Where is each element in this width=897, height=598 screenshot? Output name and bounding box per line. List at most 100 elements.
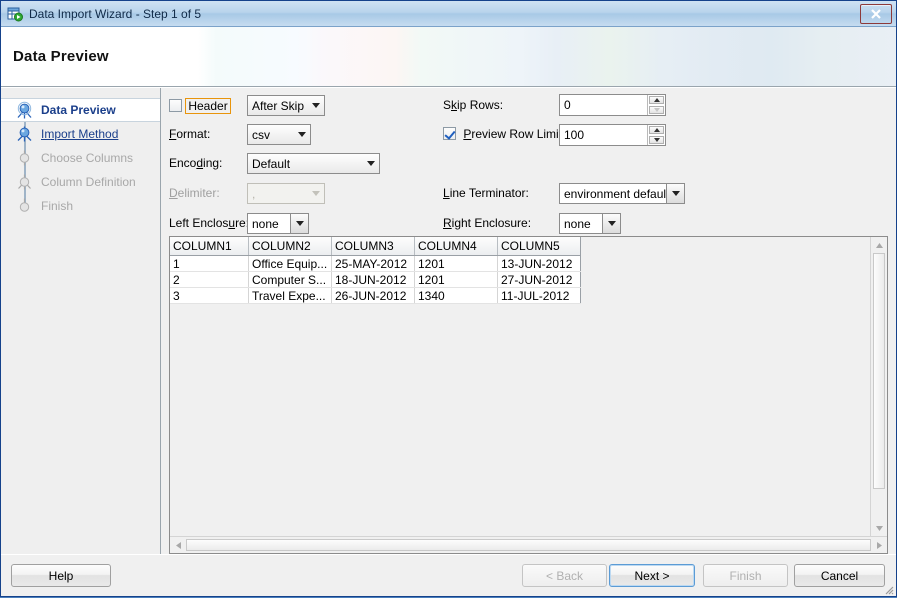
skip-rows-increment-button[interactable] [649, 96, 664, 104]
window-title: Data Import Wizard - Step 1 of 5 [29, 7, 201, 21]
page-header: Data Preview [1, 27, 896, 87]
step-node-disabled-icon [15, 173, 34, 192]
scroll-left-icon[interactable] [170, 537, 186, 553]
sidebar-item-column-definition: Column Definition [1, 170, 160, 194]
encoding-value: Default [252, 157, 363, 171]
data-import-wizard-window: Data Import Wizard - Step 1 of 5 Data Pr… [0, 0, 897, 597]
format-combobox[interactable]: csv [247, 124, 311, 145]
table-cell: 1201 [415, 256, 498, 272]
preview-grid-container: COLUMN1 COLUMN2 COLUMN3 COLUMN4 COLUMN5 … [170, 237, 870, 536]
header-checkbox[interactable] [169, 99, 182, 112]
table-cell: Computer S... [249, 272, 332, 288]
skip-rows-label: Skip Rows: [443, 98, 503, 112]
scroll-up-icon[interactable] [871, 237, 887, 253]
wizard-steps-list: Data Preview Import Method [1, 98, 160, 218]
skip-rows-decrement-button [649, 106, 664, 114]
preview-row-limit-group: Preview Row Limit: [443, 127, 565, 141]
table-cell: 1 [170, 256, 249, 272]
table-cell: Travel Expe... [249, 288, 332, 304]
preview-row-limit-checkbox[interactable] [443, 127, 456, 140]
preview-horizontal-scrollbar[interactable] [170, 536, 887, 553]
chevron-down-icon [294, 125, 310, 144]
preview-viewport: COLUMN1 COLUMN2 COLUMN3 COLUMN4 COLUMN5 … [170, 237, 887, 536]
next-button[interactable]: Next > [609, 564, 695, 587]
preview-row-limit-value[interactable]: 100 [560, 125, 647, 145]
header-mode-value: After Skip [252, 99, 308, 113]
line-terminator-value: environment default [564, 187, 666, 201]
column-header[interactable]: COLUMN5 [498, 237, 581, 256]
table-row[interactable]: 1 Office Equip... 25-MAY-2012 1201 13-JU… [170, 256, 581, 272]
line-terminator-combobox[interactable]: environment default [559, 183, 685, 204]
column-header[interactable]: COLUMN2 [249, 237, 332, 256]
main-panel: Header After Skip FFormat:ormat: csv [161, 88, 896, 554]
column-header[interactable]: COLUMN1 [170, 237, 249, 256]
step-node-disabled-icon [15, 197, 34, 216]
delimiter-value: , [252, 187, 308, 201]
vertical-scroll-track[interactable] [871, 253, 887, 520]
sidebar-item-choose-columns: Choose Columns [1, 146, 160, 170]
preview-vertical-scrollbar[interactable] [870, 237, 887, 536]
table-row[interactable]: 3 Travel Expe... 26-JUN-2012 1340 11-JUL… [170, 288, 581, 304]
import-wizard-icon [7, 6, 23, 22]
skip-rows-value[interactable]: 0 [560, 95, 647, 115]
data-preview-panel: COLUMN1 COLUMN2 COLUMN3 COLUMN4 COLUMN5 … [169, 236, 888, 554]
preview-row-limit-spinner[interactable]: 100 [559, 124, 666, 146]
chevron-down-icon [308, 96, 324, 115]
preview-row-limit-increment-button[interactable] [649, 126, 664, 134]
column-header[interactable]: COLUMN4 [415, 237, 498, 256]
skip-rows-spinner[interactable]: 0 [559, 94, 666, 116]
vertical-scroll-thumb[interactable] [873, 253, 885, 489]
back-button: < Back [522, 564, 607, 587]
scroll-down-icon[interactable] [871, 520, 887, 536]
horizontal-scroll-thumb[interactable] [186, 539, 871, 551]
delimiter-combobox: , [247, 183, 325, 204]
sidebar-item-label: Data Preview [41, 103, 116, 117]
table-cell: 11-JUL-2012 [498, 288, 581, 304]
column-header[interactable]: COLUMN3 [332, 237, 415, 256]
table-cell: 1201 [415, 272, 498, 288]
format-label: FFormat:ormat: [169, 127, 210, 141]
close-button[interactable] [860, 4, 892, 24]
table-cell: Office Equip... [249, 256, 332, 272]
resize-grip-icon[interactable] [882, 583, 894, 595]
chevron-down-icon [363, 154, 379, 173]
page-title: Data Preview [1, 48, 109, 65]
sidebar-item-import-method[interactable]: Import Method [1, 122, 160, 146]
help-button[interactable]: Help [11, 564, 111, 587]
table-row[interactable]: 2 Computer S... 18-JUN-2012 1201 27-JUN-… [170, 272, 581, 288]
cancel-button[interactable]: Cancel [794, 564, 885, 587]
import-options-form: Header After Skip FFormat:ormat: csv [161, 88, 896, 236]
chevron-down-icon [602, 214, 620, 233]
header-checkbox-label: Header [185, 98, 230, 114]
left-enclosure-combobox[interactable]: none [247, 213, 309, 234]
table-cell: 18-JUN-2012 [332, 272, 415, 288]
table-cell: 26-JUN-2012 [332, 288, 415, 304]
step-node-disabled-icon [15, 149, 34, 168]
table-cell: 1340 [415, 288, 498, 304]
step-node-link-icon [15, 125, 34, 144]
sidebar-item-label: Finish [41, 199, 73, 213]
sidebar-item-label: Column Definition [41, 175, 136, 189]
encoding-combobox[interactable]: Default [247, 153, 380, 174]
back-button-label: < Back [546, 569, 583, 583]
chevron-down-icon [308, 184, 324, 203]
table-cell: 3 [170, 288, 249, 304]
scroll-right-icon[interactable] [871, 537, 887, 553]
delimiter-label: Delimiter: [169, 186, 220, 200]
header-mode-combobox[interactable]: After Skip [247, 95, 325, 116]
preview-row-limit-decrement-button[interactable] [649, 136, 664, 144]
right-enclosure-value: none [564, 217, 602, 231]
dialog-body: Data Preview Import Method [1, 87, 896, 554]
table-cell: 2 [170, 272, 249, 288]
header-checkbox-group: Header [169, 98, 231, 114]
left-enclosure-value: none [252, 217, 290, 231]
dialog-footer: Help < Back Next > Finish Cancel [1, 554, 896, 596]
finish-button: Finish [703, 564, 788, 587]
right-enclosure-combobox[interactable]: none [559, 213, 621, 234]
sidebar-item-finish: Finish [1, 194, 160, 218]
title-bar: Data Import Wizard - Step 1 of 5 [1, 1, 896, 27]
sidebar-item-data-preview[interactable]: Data Preview [1, 98, 160, 122]
table-cell: 27-JUN-2012 [498, 272, 581, 288]
step-node-active-icon [15, 101, 34, 120]
encoding-label: Encoding: [169, 156, 222, 170]
